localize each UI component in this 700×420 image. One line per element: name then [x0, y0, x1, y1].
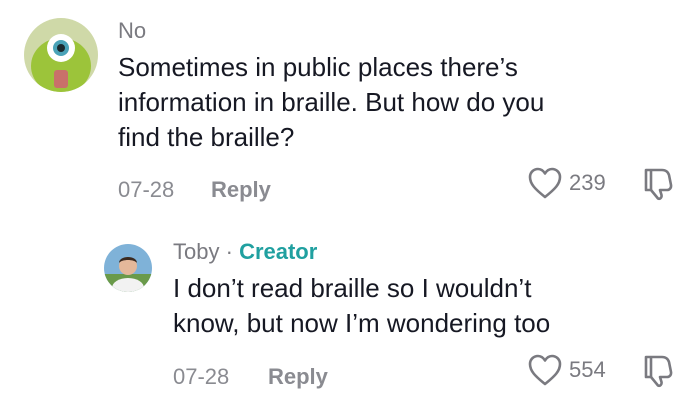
heart-outline-icon [528, 167, 562, 199]
reply-like-count: 554 [569, 357, 606, 382]
comment-username[interactable]: No [118, 18, 146, 44]
avatar-no[interactable] [24, 18, 98, 92]
reply-like-button[interactable]: 554 [527, 353, 606, 387]
like-count: 239 [569, 170, 606, 195]
reply-username-line: Toby · Creator [173, 239, 317, 265]
reply-username[interactable]: Toby [173, 239, 219, 264]
avatar-image [104, 244, 152, 292]
avatar-toby[interactable] [104, 244, 152, 292]
reply-button[interactable]: Reply [211, 177, 271, 203]
thumbs-down-outline-icon [644, 355, 673, 388]
comment-date: 07-28 [118, 177, 175, 202]
heart-outline-icon [528, 354, 562, 386]
comment-text: Sometimes in public places there’s infor… [118, 52, 545, 152]
reply-reply-button[interactable]: Reply [268, 364, 328, 390]
thumbs-down-outline-icon [644, 168, 673, 201]
like-button[interactable]: 239 [527, 166, 606, 200]
avatar-image [24, 18, 98, 92]
reply-date: 07-28 [173, 364, 230, 389]
dislike-button[interactable] [640, 164, 676, 207]
reply-dislike-button[interactable] [640, 351, 676, 394]
reply-text: I don’t read braille so I wouldn’t know,… [173, 273, 551, 338]
creator-badge: Creator [239, 239, 318, 264]
separator-dot: · [225, 239, 233, 264]
